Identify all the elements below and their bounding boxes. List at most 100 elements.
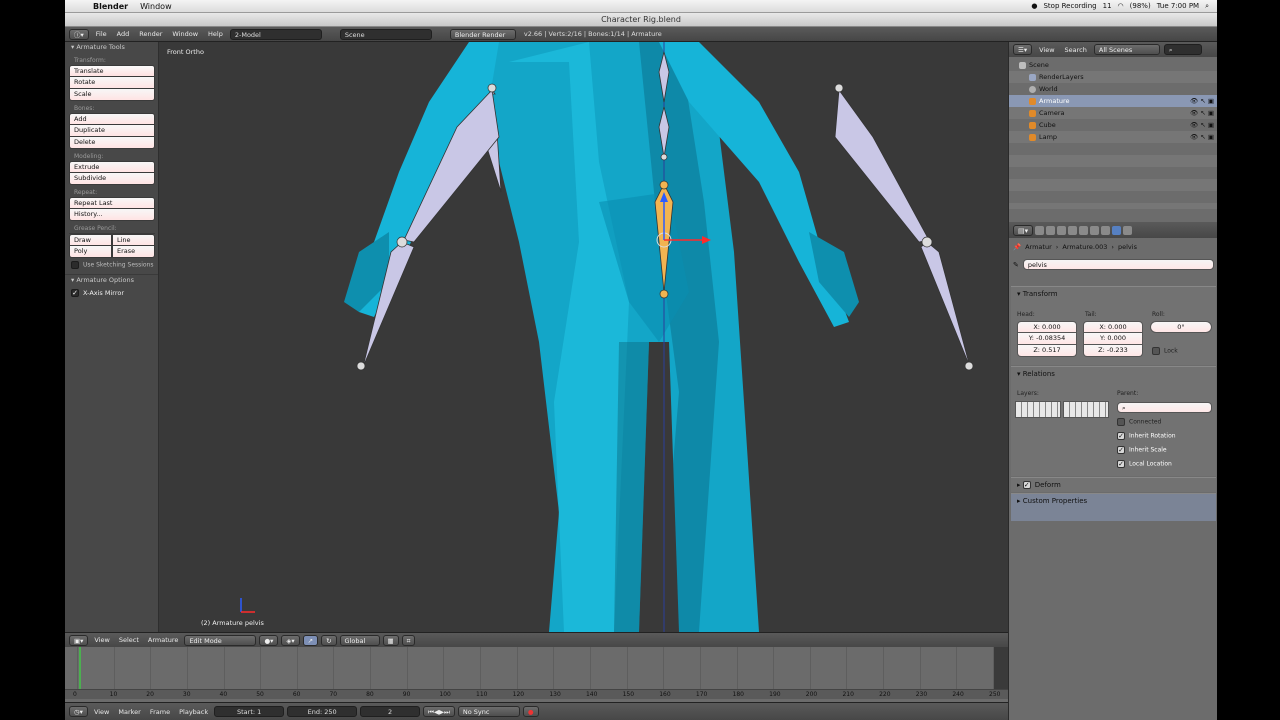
rotate-manip-icon[interactable]: ↻ xyxy=(321,634,337,646)
clock-label[interactable]: Tue 7:00 PM xyxy=(1157,2,1199,10)
duplicate-button[interactable]: Duplicate xyxy=(69,125,155,137)
use-sketching-row[interactable]: Use Sketching Sessions xyxy=(71,261,158,269)
poly-button[interactable]: Poly xyxy=(69,246,112,258)
editor-type-icon[interactable]: ⓘ▾ xyxy=(69,28,89,40)
current-frame-field[interactable]: 2 xyxy=(360,706,421,717)
layers-grid-right[interactable] xyxy=(1063,401,1109,418)
vp-menu-view[interactable]: View xyxy=(91,636,112,644)
deform-panel[interactable]: ▸ ✓ Deform xyxy=(1011,477,1216,492)
spotlight-icon[interactable]: ⌕ xyxy=(1205,2,1209,11)
xaxis-mirror-checkbox[interactable]: ✓ xyxy=(71,289,79,297)
screen-layout-field[interactable]: 2-Model xyxy=(229,28,322,40)
properties-editor-type-icon[interactable]: ▤▾ xyxy=(1013,224,1034,236)
crumb-bone[interactable]: pelvis xyxy=(1118,243,1137,251)
app-menu[interactable]: Blender xyxy=(87,2,134,11)
outliner-row-scene[interactable]: Scene xyxy=(1009,59,1217,71)
outliner-row-renderlayers[interactable]: RenderLayers xyxy=(1009,71,1217,83)
tl-menu-playback[interactable]: Playback xyxy=(176,708,211,716)
erase-button[interactable]: Erase xyxy=(112,246,155,258)
outliner-row-cube[interactable]: Cube 👁 ↖ ▣ xyxy=(1009,119,1217,131)
tab-data-icon[interactable] xyxy=(1101,225,1111,235)
pelvis-head-joint[interactable] xyxy=(659,180,669,190)
scale-button[interactable]: Scale xyxy=(69,89,155,101)
deform-checkbox[interactable]: ✓ xyxy=(1022,481,1031,489)
delete-button[interactable]: Delete xyxy=(69,137,155,149)
repeat-last-button[interactable]: Repeat Last xyxy=(69,197,155,209)
render-engine-select[interactable]: Blender Render xyxy=(449,28,516,40)
outliner-menu-search[interactable]: Search xyxy=(1062,46,1090,54)
xaxis-mirror-row[interactable]: ✓ X-Axis Mirror xyxy=(71,289,158,297)
armature-options-header[interactable]: ▾ Armature Options xyxy=(65,274,158,285)
wifi-icon[interactable]: ◠ xyxy=(1118,2,1124,10)
parent-field[interactable]: ⌕ xyxy=(1117,402,1212,413)
menu-help[interactable]: Help xyxy=(205,30,226,38)
tab-bone-icon[interactable] xyxy=(1112,225,1122,235)
tl-menu-marker[interactable]: Marker xyxy=(115,708,143,716)
tab-render-icon[interactable] xyxy=(1035,225,1045,235)
3d-viewport[interactable]: Front Ortho (2) Armature pelvis xyxy=(159,42,1008,632)
add-bone-button[interactable]: Add xyxy=(69,113,155,125)
vp-menu-select[interactable]: Select xyxy=(116,636,142,644)
history-button[interactable]: History... xyxy=(69,209,155,221)
translate-button[interactable]: Translate xyxy=(69,65,155,77)
outliner-editor-type-icon[interactable]: ☰▾ xyxy=(1013,44,1033,55)
bone-name-field[interactable]: pelvis xyxy=(1022,259,1214,270)
manipulator-toggle-icon[interactable]: ↗ xyxy=(302,634,319,646)
lock-row[interactable]: Lock xyxy=(1152,347,1178,355)
orientation-select[interactable]: Global xyxy=(339,634,380,646)
mode-select[interactable]: Edit Mode xyxy=(184,634,257,646)
tail-z-field[interactable]: Z: -0.233 xyxy=(1083,345,1143,357)
tab-object-icon[interactable] xyxy=(1079,225,1089,235)
pivot-select-icon[interactable]: ◈▾ xyxy=(281,634,300,646)
extrude-button[interactable]: Extrude xyxy=(69,161,155,173)
armature-visibility-icons[interactable]: 👁 ↖ ▣ xyxy=(1190,95,1214,107)
tl-menu-view[interactable]: View xyxy=(91,708,112,716)
custom-properties-panel[interactable]: ▸ Custom Properties xyxy=(1011,493,1216,521)
transform-panel-header[interactable]: ▾ Transform xyxy=(1011,287,1216,301)
subdivide-button[interactable]: Subdivide xyxy=(69,173,155,185)
outliner-filter-select[interactable]: All Scenes xyxy=(1093,44,1160,55)
tl-menu-frame[interactable]: Frame xyxy=(147,708,173,716)
use-sketching-checkbox[interactable] xyxy=(71,261,79,269)
start-frame-field[interactable]: Start: 1 xyxy=(214,706,285,717)
current-frame-indicator[interactable] xyxy=(79,647,81,689)
inherit-rotation-checkbox[interactable]: ✓ xyxy=(1117,432,1125,440)
outliner-row-armature[interactable]: Armature 👁 ↖ ▣ xyxy=(1009,95,1217,107)
shading-select-icon[interactable]: ●▾ xyxy=(259,634,279,646)
outliner-row-world[interactable]: World xyxy=(1009,83,1217,95)
head-z-field[interactable]: Z: 0.517 xyxy=(1017,345,1077,357)
record-button-icon[interactable]: ● xyxy=(522,706,539,717)
scene-field[interactable]: Scene xyxy=(339,28,432,40)
viewport-editor-type-icon[interactable]: ▣▾ xyxy=(69,634,89,646)
inherit-scale-row[interactable]: ✓ Inherit Scale xyxy=(1117,446,1167,454)
menu-window[interactable]: Window xyxy=(169,30,201,38)
layers-grid-left[interactable] xyxy=(1015,401,1061,418)
sync-select[interactable]: No Sync xyxy=(457,706,520,717)
menu-add[interactable]: Add xyxy=(114,30,133,38)
relations-panel-header[interactable]: ▾ Relations xyxy=(1011,367,1216,381)
battery-label[interactable]: (98%) xyxy=(1130,2,1151,10)
vp-menu-armature[interactable]: Armature xyxy=(145,636,182,644)
end-frame-field[interactable]: End: 250 xyxy=(287,706,358,717)
snap-icon[interactable]: ⌗ xyxy=(401,634,416,646)
head-x-field[interactable]: X: 0.000 xyxy=(1017,321,1077,333)
local-location-row[interactable]: ✓ Local Location xyxy=(1117,460,1172,468)
outliner-row-lamp[interactable]: Lamp 👁 ↖ ▣ xyxy=(1009,131,1217,143)
cube-visibility-icons[interactable]: 👁 ↖ ▣ xyxy=(1190,119,1214,131)
roll-field[interactable]: 0° xyxy=(1150,321,1212,333)
outliner-menu-view[interactable]: View xyxy=(1036,46,1057,54)
menu-render[interactable]: Render xyxy=(136,30,165,38)
camera-visibility-icons[interactable]: 👁 ↖ ▣ xyxy=(1190,107,1214,119)
connected-row[interactable]: Connected xyxy=(1117,418,1161,426)
tail-y-field[interactable]: Y: 0.000 xyxy=(1083,333,1143,345)
armature-tools-header[interactable]: ▾ Armature Tools xyxy=(65,42,158,53)
outliner-search-input[interactable]: ⌕ xyxy=(1163,44,1202,55)
rotate-button[interactable]: Rotate xyxy=(69,77,155,89)
tail-x-field[interactable]: X: 0.000 xyxy=(1083,321,1143,333)
inherit-rotation-row[interactable]: ✓ Inherit Rotation xyxy=(1117,432,1176,440)
outliner-row-camera[interactable]: Camera 👁 ↖ ▣ xyxy=(1009,107,1217,119)
menu-file[interactable]: File xyxy=(93,30,110,38)
inherit-scale-checkbox[interactable]: ✓ xyxy=(1117,446,1125,454)
pelvis-tail-joint[interactable] xyxy=(659,289,669,299)
crumb-armature-data[interactable]: Armature.003 xyxy=(1062,243,1107,251)
